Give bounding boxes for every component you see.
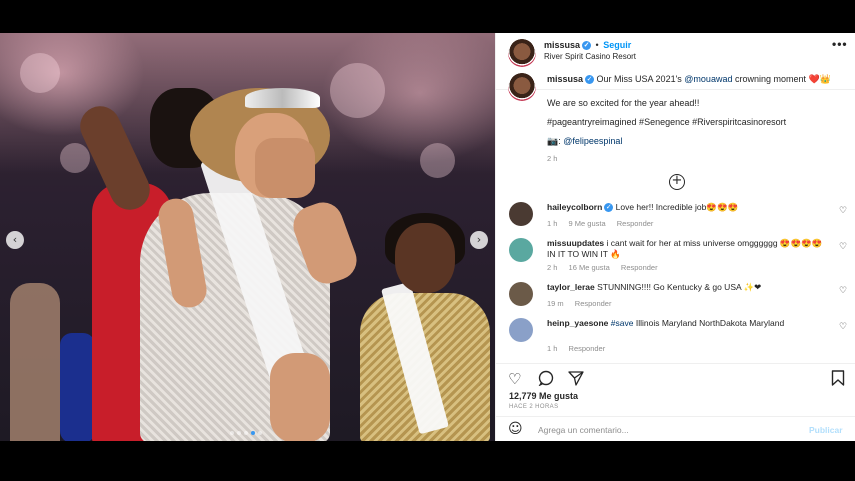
carousel-dot [244, 431, 248, 435]
camera-icon: 📷: [547, 136, 564, 146]
comment-body: Illinois Maryland NorthDakota Maryland [633, 318, 785, 328]
winner-leg [270, 353, 330, 441]
location-link[interactable]: River Spirit Casino Resort [544, 52, 636, 61]
caption-hashtags[interactable]: #pageantryreimagined #Senegence #Riversp… [547, 117, 786, 127]
heart-icon[interactable]: ♡ [839, 206, 847, 216]
follow-button[interactable]: Seguir [603, 40, 631, 50]
caption-text-end: crowning moment ❤️👑 [732, 74, 831, 84]
chevron-right-icon[interactable]: › [470, 231, 488, 249]
heart-icon[interactable]: ♡ [839, 242, 847, 252]
comment-time: 19 m [547, 299, 564, 308]
share-icon-svg [568, 371, 584, 386]
verified-icon: ✓ [585, 75, 595, 85]
publish-button[interactable]: Publicar [809, 425, 843, 435]
carousel-dot [237, 431, 241, 435]
heart-icon[interactable]: ♡ [508, 370, 521, 388]
avatar[interactable] [509, 202, 533, 226]
avatar[interactable] [508, 73, 536, 101]
contestant-face [395, 223, 455, 293]
reply-button[interactable]: Responder [617, 219, 654, 228]
comment-text: heinp_yaesone #save Illinois Maryland No… [547, 318, 832, 329]
likes-count[interactable]: 12,779 Me gusta [509, 391, 578, 401]
heart-icon[interactable]: ♡ [839, 322, 847, 332]
comment-time: 1 h [547, 344, 558, 353]
comment-text: missuupdates i cant wait for her at miss… [547, 238, 832, 260]
avatar[interactable] [509, 318, 533, 342]
reply-button[interactable]: Responder [575, 299, 612, 308]
credit-mention[interactable]: @felipeespinal [563, 136, 622, 146]
heart-icon[interactable]: ♡ [839, 286, 847, 296]
comment-icon-svg [538, 370, 554, 387]
comment-body: Love her!! Incredible job😍😍😍 [615, 202, 739, 212]
bokeh-light [420, 143, 455, 178]
bokeh-light [60, 143, 90, 173]
comment-username[interactable]: haileycolborn [547, 202, 602, 212]
comment-likes[interactable]: 16 Me gusta [569, 263, 610, 272]
post-actions: ♡ 12,779 Me gusta HACE 2 HORAS ☺ Publica… [496, 363, 855, 441]
comment-icon[interactable] [538, 370, 554, 390]
caption-text-start: Our Miss USA 2021's [596, 74, 685, 84]
avatar[interactable] [509, 282, 533, 306]
header-username[interactable]: missusa [544, 40, 580, 50]
comment-time: 2 h [547, 263, 558, 272]
comment-time: 1 h [547, 219, 558, 228]
carousel-dot-active [251, 431, 255, 435]
avatar[interactable] [508, 39, 536, 67]
carousel-dots [230, 431, 262, 435]
winner-hands [255, 138, 315, 198]
background-contestant [10, 283, 60, 441]
comment-meta: 2 h 16 Me gusta Responder [547, 263, 667, 272]
caption-time: 2 h [547, 154, 558, 163]
comment-likes[interactable]: 9 Me gusta [569, 219, 606, 228]
chevron-left-icon[interactable]: ‹ [6, 231, 24, 249]
bokeh-light [20, 53, 60, 93]
emoji-icon[interactable]: ☺ [508, 421, 523, 437]
separator-dot: • [595, 40, 599, 50]
crown [245, 88, 320, 108]
caption-username[interactable]: missusa [547, 74, 583, 84]
more-options-icon[interactable]: ••• [832, 37, 848, 51]
comment-meta: 1 h Responder [547, 344, 614, 353]
comment-username[interactable]: taylor_lerae [547, 282, 595, 292]
comment-hashtag[interactable]: #save [611, 318, 634, 328]
comment-username[interactable]: missuupdates [547, 238, 604, 248]
carousel-dot [230, 431, 234, 435]
post-time: HACE 2 HORAS [509, 404, 559, 410]
verified-icon: ✓ [582, 41, 592, 51]
comment-input[interactable] [538, 422, 798, 438]
comment-meta: 19 m Responder [547, 299, 620, 308]
verified-icon: ✓ [604, 203, 614, 213]
bokeh-light [330, 63, 385, 118]
comment-text: haileycolborn ✓ Love her!! Incredible job… [547, 202, 832, 213]
post-photo[interactable]: ‹ › [0, 33, 495, 441]
carousel-dot [258, 431, 262, 435]
post-sidebar: missusa ✓ • Seguir River Spirit Casino Re… [495, 33, 855, 441]
comment-body: STUNNING!!!! Go Kentucky & go USA ✨❤ [597, 282, 762, 292]
reply-button[interactable]: Responder [569, 344, 606, 353]
comment-username[interactable]: heinp_yaesone [547, 318, 608, 328]
comment-text: taylor_lerae STUNNING!!!! Go Kentucky & … [547, 282, 832, 293]
plus-circle-icon[interactable]: + [669, 174, 685, 190]
comment-meta: 1 h 9 Me gusta Responder [547, 219, 662, 228]
share-icon[interactable] [568, 370, 584, 390]
bookmark-icon-svg [831, 370, 845, 386]
avatar[interactable] [509, 238, 533, 262]
caption-line-2: We are so excited for the year ahead!! [547, 98, 700, 108]
caption-text: missusa ✓ Our Miss USA 2021's @mouawad cr… [547, 73, 847, 85]
add-comment-bar: ☺ Publicar [496, 416, 855, 442]
caption-credit: 📷: @felipeespinal [547, 136, 622, 147]
bookmark-icon[interactable] [831, 370, 845, 390]
header-user-line: missusa ✓ • Seguir [544, 40, 631, 51]
reply-button[interactable]: Responder [621, 263, 658, 272]
blue-dress [60, 333, 95, 441]
instagram-post: ‹ › missusa ✓ • Seguir River Spirit Casin… [0, 33, 855, 441]
caption-mention[interactable]: @mouawad [684, 74, 732, 84]
